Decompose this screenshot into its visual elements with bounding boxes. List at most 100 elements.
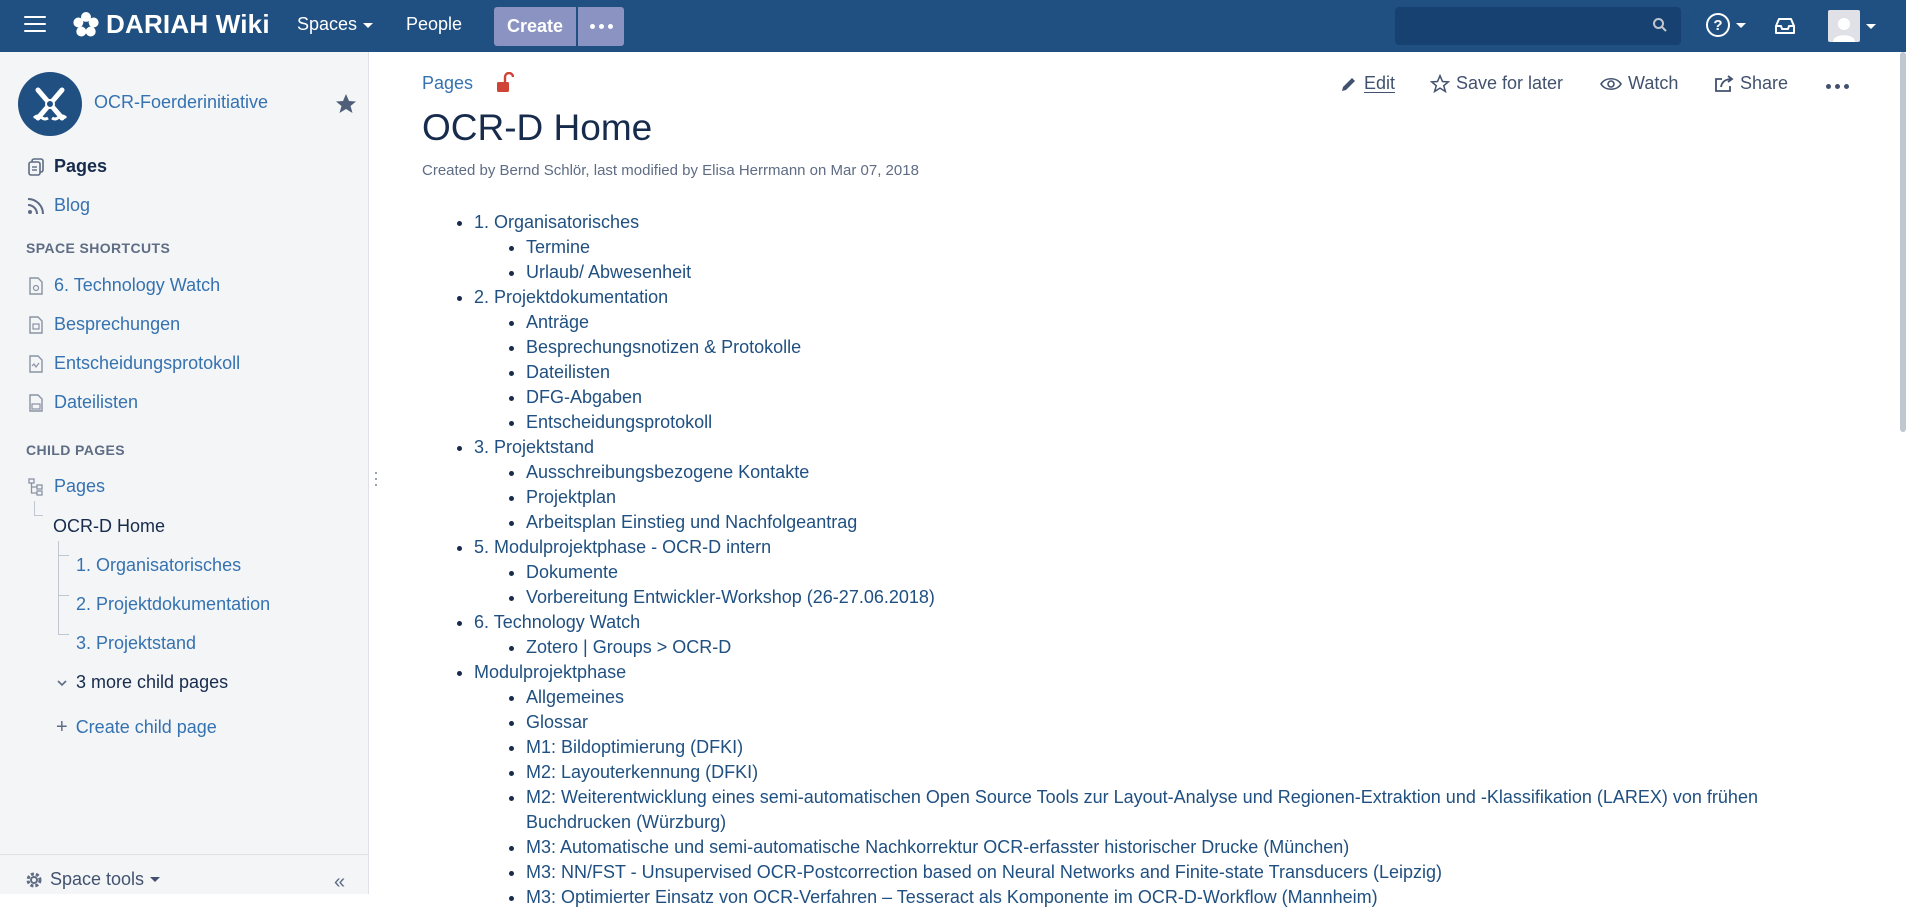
page-link[interactable]: M3: NN/FST - Unsupervised OCR-Postcorrec…	[526, 862, 1442, 882]
list-item: Anträge	[526, 310, 1802, 335]
more-child-pages-toggle[interactable]: 3 more child pages	[56, 672, 228, 693]
shortcut-technology-watch[interactable]: 6. Technology Watch	[26, 275, 220, 296]
shortcut-dateilisten[interactable]: Dateilisten	[26, 392, 138, 413]
breadcrumb[interactable]: Pages	[422, 73, 473, 94]
app-logo[interactable]: DARIAH Wiki	[72, 9, 270, 40]
page-link[interactable]: M2: Layouterkennung (DFKI)	[526, 762, 758, 782]
page-link[interactable]: DFG-Abgaben	[526, 387, 642, 407]
list-item: M2: Layouterkennung (DFKI)	[526, 760, 1802, 785]
create-child-page-link[interactable]: + Create child page	[56, 716, 217, 739]
shortcut-label: Besprechungen	[54, 314, 181, 334]
page-icon	[29, 276, 43, 295]
sidebar-item-label: Blog	[54, 195, 91, 215]
list-item: M3: NN/FST - Unsupervised OCR-Postcorrec…	[526, 860, 1802, 885]
page-title: OCR-D Home	[422, 107, 653, 148]
sidebar-item-blog[interactable]: Blog	[26, 195, 90, 216]
collapse-sidebar-icon[interactable]: «	[334, 871, 345, 894]
watch-button[interactable]: Watch	[1600, 73, 1678, 94]
page-link[interactable]: Anträge	[526, 312, 589, 332]
page-link[interactable]: Vorbereitung Entwickler-Workshop (26-27.…	[526, 587, 935, 607]
space-name-link[interactable]: OCR-Foerderinitiative	[94, 92, 268, 113]
save-for-later-label: Save for later	[1456, 73, 1564, 93]
sub-list: Dokumente Vorbereitung Entwickler-Worksho…	[474, 560, 1802, 610]
tree-root-label: Pages	[54, 476, 106, 496]
tree-connector	[58, 555, 69, 596]
tree-root-pages[interactable]: Pages	[26, 476, 105, 497]
page-link[interactable]: Dateilisten	[526, 362, 610, 382]
pages-icon	[28, 157, 44, 176]
people-link[interactable]: People	[406, 14, 462, 35]
sub-list: Zotero | Groups > OCR-D	[474, 635, 1802, 660]
notifications-icon[interactable]	[1773, 14, 1797, 38]
page-link[interactable]: Projektplan	[526, 487, 616, 507]
search-input[interactable]	[1395, 7, 1681, 45]
page-link[interactable]: Dokumente	[526, 562, 618, 582]
shortcut-entscheidungsprotokoll[interactable]: Entscheidungsprotokoll	[26, 353, 240, 374]
page-link[interactable]: 6. Technology Watch	[474, 612, 640, 632]
page-tree-list: 1. Organisatorisches Termine Urlaub/ Abwes…	[422, 210, 1802, 910]
page-link[interactable]: 5. Modulprojektphase - OCR-D intern	[474, 537, 771, 557]
page-link[interactable]: Arbeitsplan Einstieg und Nachfolgeantrag	[526, 512, 857, 532]
page-scrollbar[interactable]	[1900, 52, 1906, 432]
page-link[interactable]: M3: Optimierter Einsatz von OCR-Verfahre…	[526, 887, 1378, 907]
spaces-menu[interactable]: Spaces	[297, 14, 374, 35]
tree-child-projektstand[interactable]: 3. Projektstand	[76, 633, 196, 654]
tree-current-page: OCR-D Home	[53, 516, 166, 536]
page-link[interactable]: 2. Projektdokumentation	[474, 287, 668, 307]
tree-child-organisatorisches[interactable]: 1. Organisatorisches	[76, 555, 241, 576]
hierarchy-icon	[28, 477, 43, 496]
chevron-down-icon	[150, 877, 161, 882]
user-menu[interactable]	[1828, 10, 1876, 42]
share-icon	[1715, 74, 1734, 92]
more-actions-button[interactable]	[1826, 84, 1849, 89]
unlocked-icon[interactable]	[496, 72, 514, 94]
share-label: Share	[1740, 73, 1789, 93]
tree-child-projektdokumentation[interactable]: 2. Projektdokumentation	[76, 594, 270, 615]
list-item: Glossar	[526, 710, 1802, 735]
page-icon	[29, 315, 43, 334]
page-link[interactable]: Modulprojektphase	[474, 662, 626, 682]
sub-list: Ausschreibungsbezogene Kontakte Projektpl…	[474, 460, 1802, 535]
page-link[interactable]: M2: Weiterentwicklung eines semi-automat…	[526, 787, 1758, 832]
pencil-icon	[1342, 77, 1355, 91]
edit-button[interactable]: Edit	[1340, 73, 1395, 94]
list-item: M1: Bildoptimierung (DFKI)	[526, 735, 1802, 760]
space-tools-menu[interactable]: Space tools	[24, 869, 161, 890]
create-more-button[interactable]	[578, 7, 624, 46]
page-link[interactable]: M1: Bildoptimierung (DFKI)	[526, 737, 743, 757]
sidebar-item-pages[interactable]: Pages	[26, 156, 107, 177]
rss-icon	[27, 197, 44, 214]
star-icon[interactable]	[334, 92, 358, 116]
space-logo-icon	[32, 87, 68, 121]
page-link[interactable]: Besprechungsnotizen & Protokolle	[526, 337, 801, 357]
more-icon	[589, 24, 613, 29]
page-link[interactable]: Termine	[526, 237, 590, 257]
sub-list: Termine Urlaub/ Abwesenheit	[474, 235, 1802, 285]
list-item: Termine	[526, 235, 1802, 260]
page-link[interactable]: 1. Organisatorisches	[474, 212, 639, 232]
help-icon: ?	[1706, 13, 1730, 37]
page-link[interactable]: 3. Projektstand	[474, 437, 594, 457]
eye-icon	[1600, 77, 1622, 90]
page-link[interactable]: Entscheidungsprotokoll	[526, 412, 712, 432]
create-button[interactable]: Create	[494, 7, 576, 46]
help-menu[interactable]: ?	[1706, 13, 1746, 37]
share-button[interactable]: Share	[1714, 73, 1788, 94]
page-link[interactable]: Zotero | Groups > OCR-D	[526, 637, 731, 657]
page-link[interactable]: Urlaub/ Abwesenheit	[526, 262, 691, 282]
page-link[interactable]: Glossar	[526, 712, 588, 732]
menu-icon[interactable]	[24, 16, 46, 34]
list-item: 3. Projektstand Ausschreibungsbezogene Ko…	[474, 435, 1802, 535]
flower-icon	[73, 11, 99, 36]
search-icon[interactable]	[1652, 17, 1668, 33]
save-for-later-button[interactable]: Save for later	[1430, 73, 1563, 94]
shortcut-besprechungen[interactable]: Besprechungen	[26, 314, 180, 335]
page-link[interactable]: M3: Automatische und semi-automatische N…	[526, 837, 1349, 857]
list-item: Arbeitsplan Einstieg und Nachfolgeantrag	[526, 510, 1802, 535]
space-logo[interactable]	[18, 72, 82, 136]
list-item: Dateilisten	[526, 360, 1802, 385]
list-item: Zotero | Groups > OCR-D	[526, 635, 1802, 660]
page-link[interactable]: Allgemeines	[526, 687, 624, 707]
sidebar-resize-handle[interactable]	[373, 472, 379, 490]
page-link[interactable]: Ausschreibungsbezogene Kontakte	[526, 462, 809, 482]
